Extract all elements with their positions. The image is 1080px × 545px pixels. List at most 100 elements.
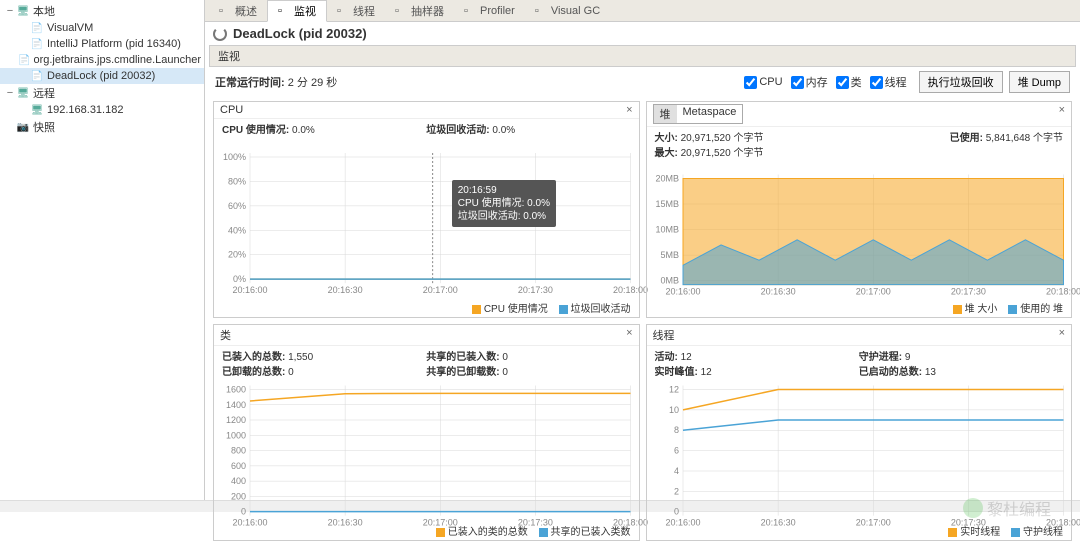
heap-panel: 堆 Metaspace × 大小: 20,971,520 个字节 最大: 20,…: [646, 101, 1073, 318]
tab-icon: ▫: [278, 5, 290, 17]
cpu-panel: CPU× CPU 使用情况: 0.0% 垃圾回收活动: 0.0% 0%20%40…: [213, 101, 640, 318]
unloaded-value: 0: [288, 367, 294, 378]
tab-icon: ▫: [219, 5, 231, 17]
check-内存[interactable]: 内存: [791, 74, 828, 90]
svg-text:20:17:30: 20:17:30: [518, 518, 553, 528]
peak-value: 12: [701, 367, 712, 378]
svg-text:20:16:30: 20:16:30: [760, 287, 795, 297]
threads-panel: 线程× 活动: 12 实时峰值: 12 守护进程: 9 已启动的总数: 13 0…: [646, 324, 1073, 541]
process-title: DeadLock (pid 20032): [233, 26, 367, 41]
check-线程[interactable]: 线程: [870, 74, 907, 90]
tree-item[interactable]: 📄VisualVM: [0, 20, 204, 36]
svg-text:60%: 60%: [228, 201, 246, 211]
heap-legend: 堆 大小 使用的 堆: [647, 298, 1072, 317]
svg-text:5MB: 5MB: [660, 250, 679, 260]
heap-tab[interactable]: 堆: [654, 105, 677, 123]
svg-text:20:16:00: 20:16:00: [665, 287, 700, 297]
shared-unloaded-label: 共享的已卸载数:: [426, 367, 499, 378]
svg-text:1600: 1600: [226, 385, 246, 395]
svg-text:20:18:00: 20:18:00: [613, 518, 648, 528]
legend-item: 堆 大小: [965, 304, 998, 315]
svg-text:80%: 80%: [228, 176, 246, 186]
tab-Profiler[interactable]: ▫Profiler: [454, 3, 525, 19]
metaspace-tab[interactable]: Metaspace: [677, 105, 743, 123]
tab-icon: ▫: [464, 5, 476, 17]
legend-item: 守护线程: [1023, 527, 1063, 538]
main-content: ▫概述▫监视▫线程▫抽样器▫Profiler▫Visual GC DeadLoc…: [205, 0, 1080, 500]
classes-chart[interactable]: 0200400600800100012001400160020:16:0020:…: [214, 380, 639, 521]
svg-text:20:17:00: 20:17:00: [855, 287, 890, 297]
heap-max-value: 20,971,520 个字节: [681, 148, 764, 159]
close-icon[interactable]: ×: [1059, 327, 1065, 343]
tab-icon: ▫: [535, 5, 547, 17]
legend-item: 使用的 堆: [1020, 304, 1063, 315]
svg-text:6: 6: [673, 446, 678, 456]
tab-线程[interactable]: ▫线程: [327, 1, 385, 21]
tab-监视[interactable]: ▫监视: [267, 0, 327, 22]
heap-dump-button[interactable]: 堆 Dump: [1009, 71, 1070, 93]
shared-loaded-value: 0: [502, 352, 508, 363]
cpu-chart[interactable]: 0%20%40%60%80%100%20:16:0020:16:3020:17:…: [214, 138, 639, 298]
svg-text:10MB: 10MB: [655, 225, 679, 235]
tab-icon: ▫: [395, 5, 407, 17]
shared-loaded-label: 共享的已装入数:: [426, 352, 499, 363]
section-header: 监视: [209, 45, 1076, 67]
svg-text:20:17:00: 20:17:00: [423, 285, 458, 295]
svg-text:20:17:30: 20:17:30: [518, 285, 553, 295]
classes-panel: 类× 已装入的总数: 1,550 已卸载的总数: 0 共享的已装入数: 0 共享…: [213, 324, 640, 541]
uptime-value: 2 分 29 秒: [288, 77, 338, 89]
svg-text:800: 800: [231, 446, 246, 456]
tooltip-cpu: CPU 使用情况: 0.0%: [458, 197, 550, 210]
uptime-label: 正常运行时间:: [215, 77, 285, 89]
cpu-tooltip: 20:16:59 CPU 使用情况: 0.0% 垃圾回收活动: 0.0%: [452, 180, 556, 227]
tree-item[interactable]: 📷快照: [0, 118, 204, 136]
started-value: 13: [925, 367, 936, 378]
check-类[interactable]: 类: [836, 74, 862, 90]
check-CPU[interactable]: CPU: [744, 76, 782, 89]
tab-抽样器[interactable]: ▫抽样器: [385, 1, 454, 21]
tree-item[interactable]: −🖥远程: [0, 84, 204, 102]
app-tree: −🖥本地📄VisualVM📄IntelliJ Platform (pid 163…: [0, 0, 205, 500]
svg-text:20:16:30: 20:16:30: [328, 285, 363, 295]
svg-text:10: 10: [668, 405, 678, 415]
svg-text:20:17:00: 20:17:00: [423, 518, 458, 528]
heap-max-label: 最大:: [655, 148, 678, 159]
heap-metaspace-toggle[interactable]: 堆 Metaspace: [653, 104, 744, 124]
tab-概述[interactable]: ▫概述: [209, 1, 267, 21]
svg-text:20:17:00: 20:17:00: [855, 518, 890, 528]
legend-item: CPU 使用情况: [484, 304, 548, 315]
peak-label: 实时峰值:: [655, 367, 698, 378]
svg-text:0MB: 0MB: [660, 276, 679, 286]
wechat-icon: [963, 498, 983, 518]
close-icon[interactable]: ×: [1059, 104, 1065, 124]
svg-text:2: 2: [673, 486, 678, 496]
svg-text:12: 12: [668, 385, 678, 395]
tree-item[interactable]: 🖥192.168.31.182: [0, 102, 204, 118]
svg-text:1200: 1200: [226, 415, 246, 425]
svg-text:20:16:00: 20:16:00: [232, 518, 267, 528]
gc-button[interactable]: 执行垃圾回收: [919, 71, 1003, 93]
shared-unloaded-value: 0: [502, 367, 508, 378]
svg-text:20:16:00: 20:16:00: [232, 285, 267, 295]
close-icon[interactable]: ×: [626, 104, 632, 116]
tree-item[interactable]: 📄org.jetbrains.jps.cmdline.Launcher (p: [0, 52, 204, 68]
heap-chart[interactable]: 0MB5MB10MB15MB20MB20:16:0020:16:3020:17:…: [647, 161, 1072, 298]
svg-text:20:16:00: 20:16:00: [665, 518, 700, 528]
svg-text:20:16:30: 20:16:30: [760, 518, 795, 528]
tab-bar: ▫概述▫监视▫线程▫抽样器▫Profiler▫Visual GC: [205, 0, 1080, 22]
svg-text:20:16:30: 20:16:30: [328, 518, 363, 528]
svg-text:20%: 20%: [228, 250, 246, 260]
svg-text:200: 200: [231, 492, 246, 502]
heap-size-value: 20,971,520 个字节: [681, 133, 764, 144]
tree-item[interactable]: −🖥本地: [0, 2, 204, 20]
svg-text:0%: 0%: [233, 274, 246, 284]
close-icon[interactable]: ×: [626, 327, 632, 343]
tab-Visual GC[interactable]: ▫Visual GC: [525, 3, 610, 19]
tree-item[interactable]: 📄DeadLock (pid 20032): [0, 68, 204, 84]
svg-text:20:18:00: 20:18:00: [1045, 287, 1080, 297]
watermark: 黎杜编程: [963, 496, 1051, 520]
legend-item: 实时线程: [960, 527, 1000, 538]
live-value: 12: [681, 352, 692, 363]
gc-activity-value: 0.0%: [492, 125, 515, 136]
tree-item[interactable]: 📄IntelliJ Platform (pid 16340): [0, 36, 204, 52]
